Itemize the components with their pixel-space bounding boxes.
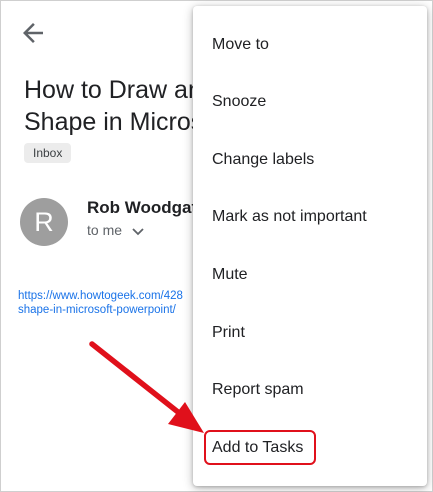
menu-item-print[interactable]: Print: [193, 313, 427, 353]
menu-item-mark-not-important[interactable]: Mark as not important: [193, 197, 427, 237]
menu-item-label: Add to Tasks: [212, 439, 304, 456]
menu-item-label: Change labels: [212, 151, 315, 168]
sender-avatar[interactable]: R: [20, 198, 68, 246]
email-body-link-line-2: shape-in-microsoft-powerpoint/: [18, 304, 176, 316]
email-subject-line-1: How to Draw and: [24, 76, 214, 104]
menu-item-label: Move to: [212, 36, 269, 53]
chevron-down-icon[interactable]: [131, 226, 145, 238]
menu-item-snooze[interactable]: Snooze: [193, 82, 427, 122]
email-body-link[interactable]: https://www.howtogeek.com/428 shape-in-m…: [18, 289, 196, 317]
overflow-menu: Move to Snooze Change labels Mark as not…: [193, 6, 427, 486]
menu-item-mute[interactable]: Mute: [193, 255, 427, 295]
email-subject: How to Draw and Shape in Microso: [24, 74, 214, 138]
menu-item-label: Report spam: [212, 381, 304, 398]
menu-item-label: Mark as not important: [212, 208, 367, 225]
sender-name: Rob Woodgate: [87, 198, 197, 217]
menu-item-label: Mute: [212, 266, 248, 283]
menu-item-change-labels[interactable]: Change labels: [193, 140, 427, 180]
menu-item-label: Print: [212, 324, 245, 341]
recipient-text[interactable]: to me: [87, 222, 122, 238]
email-body-link-line-1: https://www.howtogeek.com/428: [18, 290, 183, 302]
email-subject-line-2: Shape in Microso: [24, 108, 214, 136]
menu-item-report-spam[interactable]: Report spam: [193, 370, 427, 410]
menu-item-label: Snooze: [212, 93, 267, 110]
menu-item-move-to[interactable]: Move to: [193, 25, 427, 65]
back-arrow-icon[interactable]: [18, 18, 48, 48]
menu-item-add-to-tasks[interactable]: Add to Tasks: [193, 428, 427, 468]
inbox-label-badge[interactable]: Inbox: [24, 143, 72, 163]
